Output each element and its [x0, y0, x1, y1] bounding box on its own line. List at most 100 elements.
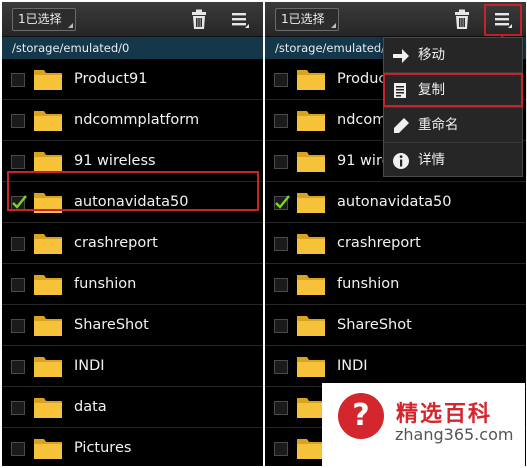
folder-icon [34, 275, 62, 295]
folder-icon [34, 316, 62, 336]
folder-icon [297, 275, 325, 295]
item-checkbox[interactable] [274, 73, 288, 87]
folder-name: INDI [74, 358, 105, 374]
delete-button[interactable] [451, 8, 473, 32]
folder-name: 91 wireless [74, 153, 156, 169]
dropdown-corner-icon [331, 23, 336, 28]
folder-name: autonavidata50 [337, 194, 452, 210]
item-checkbox[interactable] [11, 360, 25, 374]
current-path: /storage/emulated/0 [2, 37, 263, 59]
menu-item-label: 详情 [418, 152, 445, 168]
folder-icon [34, 398, 62, 418]
action-bar: 1已选择 [265, 2, 526, 37]
list-item[interactable]: Pictures [2, 428, 263, 466]
overflow-menu-button[interactable] [229, 8, 253, 32]
left-screen: 1已选择 /storage/emulated/0 Product91 ndcomm… [2, 2, 263, 466]
menu-item-rename[interactable]: 重命名 [384, 108, 522, 143]
menu-item-label: 复制 [418, 82, 445, 98]
list-item[interactable]: data [2, 387, 263, 428]
menu-icon [495, 13, 512, 28]
list-item[interactable]: autonavidata50 [265, 182, 526, 223]
menu-icon [232, 13, 249, 28]
checkmark-icon [275, 195, 290, 209]
question-mark-logo: ? [338, 393, 384, 439]
watermark-title: 精选百科 [396, 402, 493, 427]
item-checkbox[interactable] [11, 319, 25, 333]
list-item[interactable]: crashreport [2, 223, 263, 264]
folder-icon [297, 357, 325, 377]
selection-count-button[interactable]: 1已选择 [275, 8, 339, 31]
copy-icon [394, 83, 406, 98]
pencil-icon [394, 118, 409, 133]
list-item[interactable]: INDI [2, 346, 263, 387]
folder-name: autonavidata50 [74, 194, 189, 210]
item-checkbox[interactable] [11, 442, 25, 456]
folder-icon [34, 234, 62, 254]
item-checkbox[interactable] [274, 155, 288, 169]
item-checkbox[interactable] [274, 442, 288, 456]
list-item[interactable]: ndcommplatform [2, 100, 263, 141]
list-item[interactable]: ShareShot [2, 305, 263, 346]
folder-icon [297, 234, 325, 254]
list-item[interactable]: Product91 [2, 59, 263, 100]
list-item[interactable]: 91 wireless [2, 141, 263, 182]
item-checkbox[interactable] [11, 155, 25, 169]
item-checkbox[interactable] [274, 237, 288, 251]
item-checkbox[interactable] [274, 195, 290, 210]
menu-item-label: 重命名 [418, 117, 459, 133]
menu-item-details[interactable]: 详情 [384, 143, 522, 178]
folder-name: ShareShot [337, 317, 412, 333]
trash-icon [192, 9, 206, 29]
item-checkbox[interactable] [11, 278, 25, 292]
list-item[interactable]: funshion [2, 264, 263, 305]
arrow-right-icon [393, 49, 409, 63]
item-checkbox[interactable] [274, 360, 288, 374]
selection-count-button[interactable]: 1已选择 [12, 8, 76, 31]
folder-name: Pictures [74, 440, 132, 456]
folder-icon [34, 70, 62, 90]
folder-name: Product91 [74, 71, 148, 87]
folder-name: funshion [74, 276, 137, 292]
folder-icon [34, 111, 62, 131]
dropdown-corner-icon [68, 23, 73, 28]
folder-name: ShareShot [74, 317, 149, 333]
folder-icon [34, 152, 62, 172]
item-checkbox[interactable] [274, 278, 288, 292]
checkmark-icon [12, 195, 27, 209]
folder-icon [34, 193, 62, 213]
item-checkbox[interactable] [274, 114, 288, 128]
info-icon [393, 153, 409, 169]
list-item[interactable]: ShareShot [265, 305, 526, 346]
trash-icon [455, 9, 469, 29]
folder-icon [297, 111, 325, 131]
item-checkbox[interactable] [274, 401, 288, 415]
list-item[interactable]: crashreport [265, 223, 526, 264]
watermark: ? 精选百科 zhang365.com [322, 383, 525, 466]
folder-name: crashreport [337, 235, 421, 251]
folder-name: data [74, 399, 107, 415]
folder-icon [297, 316, 325, 336]
context-menu: 移动 复制 重命名 详情 [383, 37, 523, 177]
item-checkbox[interactable] [11, 73, 25, 87]
item-checkbox[interactable] [274, 319, 288, 333]
item-checkbox[interactable] [11, 195, 27, 210]
item-checkbox[interactable] [11, 401, 25, 415]
item-checkbox[interactable] [11, 237, 25, 251]
overflow-menu-button[interactable] [492, 8, 516, 32]
folder-name: ndcommplatform [74, 112, 200, 128]
list-item[interactable]: autonavidata50 [2, 182, 263, 223]
folder-icon [297, 193, 325, 213]
list-item[interactable]: INDI [265, 346, 526, 387]
folder-icon [34, 439, 62, 459]
list-item[interactable]: funshion [265, 264, 526, 305]
folder-name: crashreport [74, 235, 158, 251]
folder-name: funshion [337, 276, 400, 292]
menu-item-copy[interactable]: 复制 [384, 73, 522, 108]
folder-name: INDI [337, 358, 368, 374]
action-bar: 1已选择 [2, 2, 263, 37]
item-checkbox[interactable] [11, 114, 25, 128]
menu-item-move[interactable]: 移动 [384, 38, 522, 73]
delete-button[interactable] [188, 8, 210, 32]
selection-count-label: 1已选择 [281, 12, 325, 26]
selection-count-label: 1已选择 [18, 12, 62, 26]
